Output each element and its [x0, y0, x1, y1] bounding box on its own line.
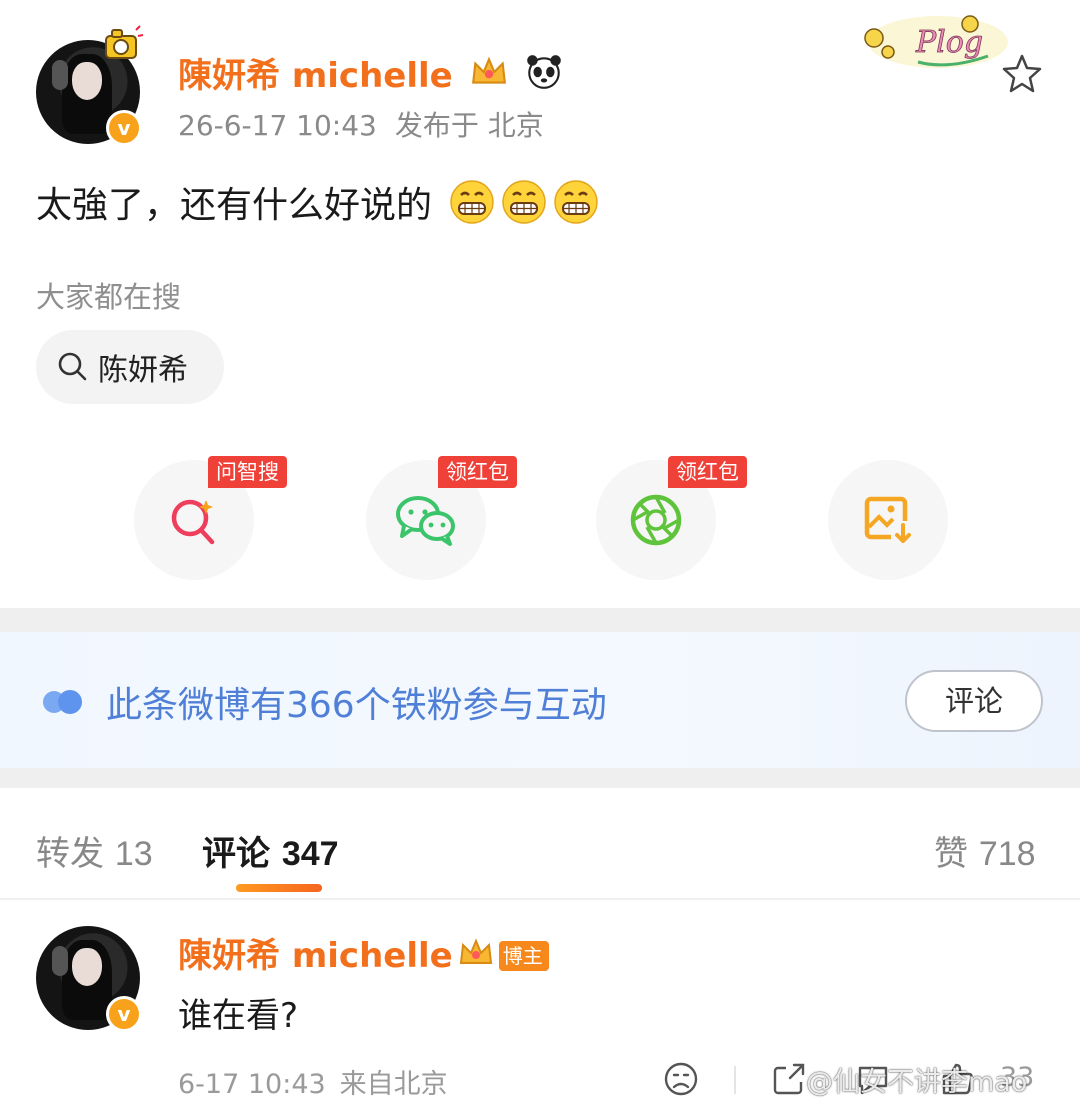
commenter-username[interactable]: 陳妍希 michelle 博主 — [178, 928, 549, 977]
ai-search-tag: 问智搜 — [208, 456, 287, 488]
grin-emoji-icon — [502, 180, 547, 224]
comment-text: 谁在看? — [178, 996, 299, 1036]
divider — [0, 768, 1080, 788]
search-icon — [58, 352, 87, 381]
divider — [734, 1066, 736, 1094]
comment-button[interactable]: 评论 — [905, 670, 1043, 732]
favorite-star-icon[interactable] — [1000, 52, 1044, 96]
search-chip[interactable]: 陈妍希 — [36, 330, 224, 404]
post-username[interactable]: 陳妍希 michelle — [178, 48, 564, 97]
fan-icon — [43, 690, 82, 714]
dislike-icon[interactable] — [662, 1060, 700, 1098]
ai-search-icon — [171, 499, 215, 545]
comment-time: 6-17 10:43 — [178, 1069, 326, 1100]
comment-meta: 6-17 10:43 来自北京 — [178, 1062, 462, 1101]
watermark: @仙女不讲李mao — [806, 1067, 1028, 1098]
post-card: v 陳妍希 michelle 26-6-17 10:43 发布于 北京 Plog — [0, 0, 1080, 608]
verified-badge-icon: v — [106, 996, 142, 1032]
verified-badge-icon: v — [106, 110, 142, 146]
save-image-button[interactable] — [828, 460, 948, 580]
grin-emoji-icon — [450, 180, 495, 224]
crown-icon — [471, 56, 506, 84]
divider — [0, 608, 1080, 632]
active-tab-indicator — [236, 884, 322, 892]
trending-search-label: 大家都在搜 — [36, 280, 182, 314]
tab-likes[interactable]: 赞 718 — [934, 826, 1036, 875]
camera-sticker-icon — [105, 25, 144, 59]
post-content: 太強了，还有什么好说的 — [36, 176, 599, 228]
tab-repost[interactable]: 转发 13 — [36, 826, 153, 875]
blogger-badge: 博主 — [498, 941, 549, 971]
search-chip-label: 陈妍希 — [98, 353, 188, 388]
grin-emoji-icon — [554, 180, 599, 224]
vlog-sticker-icon: Plog — [864, 15, 1008, 68]
tab-comments[interactable]: 评论 347 — [202, 826, 339, 875]
share-icon[interactable] — [770, 1060, 808, 1098]
crown-icon — [459, 938, 492, 964]
fan-interaction-banner: 此条微博有366个铁粉参与互动 评论 — [0, 632, 1080, 768]
post-time: 26-6-17 10:43 — [178, 109, 377, 142]
interaction-tabs: 转发 13 评论 347 赞 718 — [0, 788, 1080, 898]
moments-redpacket-tag: 领红包 — [668, 456, 747, 488]
post-location: 发布于 北京 — [394, 109, 544, 142]
wechat-icon — [396, 496, 455, 546]
panda-icon — [527, 55, 562, 89]
post-meta: 26-6-17 10:43 发布于 北京 — [178, 104, 562, 144]
moments-icon — [630, 494, 682, 546]
comment-location: 来自北京 — [339, 1069, 448, 1100]
save-image-icon — [864, 496, 911, 543]
wechat-redpacket-tag: 领红包 — [438, 456, 517, 488]
fan-interaction-text: 此条微博有366个铁粉参与互动 — [106, 685, 607, 726]
